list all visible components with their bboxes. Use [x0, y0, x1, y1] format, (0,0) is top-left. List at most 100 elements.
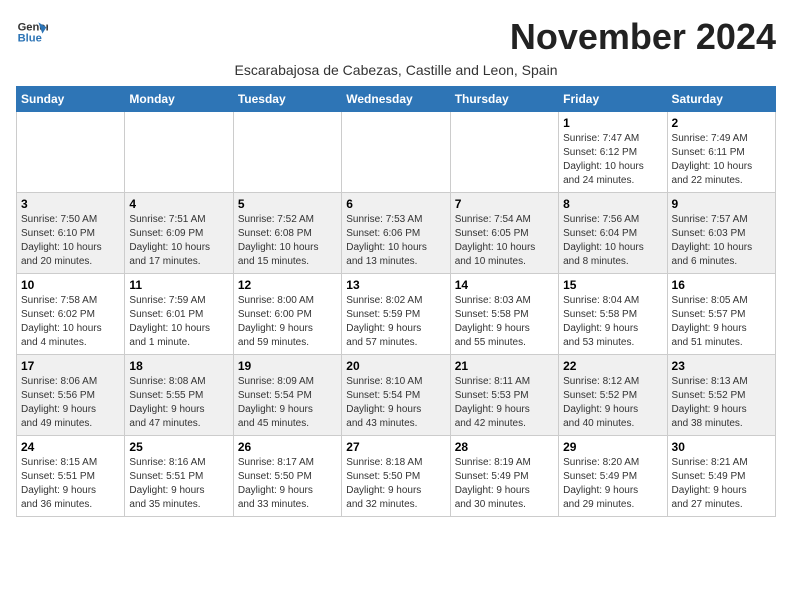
day-info: Sunrise: 8:06 AM Sunset: 5:56 PM Dayligh… — [21, 375, 120, 431]
logo: General Blue — [16, 16, 48, 48]
weekday-header-monday: Monday — [125, 87, 233, 112]
day-info: Sunrise: 7:58 AM Sunset: 6:02 PM Dayligh… — [21, 294, 120, 350]
calendar-week-row: 10Sunrise: 7:58 AM Sunset: 6:02 PM Dayli… — [17, 274, 776, 355]
calendar-cell: 20 Sunrise: 8:10 AM Sunset: 5:54 PM Dayli… — [342, 355, 450, 436]
calendar-cell: 25 Sunrise: 8:16 AM Sunset: 5:51 PM Dayli… — [125, 436, 233, 517]
svg-text:Blue: Blue — [18, 33, 42, 45]
day-info: Sunrise: 8:09 AM Sunset: 5:54 PM Dayligh… — [238, 375, 337, 431]
day-number: 18 — [129, 359, 228, 373]
day-number: 9 — [672, 197, 771, 211]
calendar-cell: 19Sunrise: 8:09 AM Sunset: 5:54 PM Dayli… — [233, 355, 341, 436]
weekday-header-tuesday: Tuesday — [233, 87, 341, 112]
calendar-cell: 5 Sunrise: 7:52 AM Sunset: 6:08 PM Daylig… — [233, 193, 341, 274]
day-info: Sunrise: 8:16 AM Sunset: 5:51 PM Dayligh… — [129, 456, 228, 512]
day-number: 20 — [346, 359, 445, 373]
weekday-header-friday: Friday — [559, 87, 667, 112]
day-info: Sunrise: 7:52 AM Sunset: 6:08 PM Dayligh… — [238, 213, 337, 269]
day-number: 1 — [563, 116, 662, 130]
calendar-cell: 29 Sunrise: 8:20 AM Sunset: 5:49 PM Dayli… — [559, 436, 667, 517]
calendar-cell: 30 Sunrise: 8:21 AM Sunset: 5:49 PM Dayli… — [667, 436, 775, 517]
day-number: 12 — [238, 278, 337, 292]
day-info: Sunrise: 8:18 AM Sunset: 5:50 PM Dayligh… — [346, 456, 445, 512]
calendar-cell: 7 Sunrise: 7:54 AM Sunset: 6:05 PM Daylig… — [450, 193, 558, 274]
day-info: Sunrise: 7:56 AM Sunset: 6:04 PM Dayligh… — [563, 213, 662, 269]
calendar-table: SundayMondayTuesdayWednesdayThursdayFrid… — [16, 86, 776, 517]
calendar-cell: 1 Sunrise: 7:47 AM Sunset: 6:12 PM Daylig… — [559, 112, 667, 193]
day-number: 17 — [21, 359, 120, 373]
day-info: Sunrise: 8:10 AM Sunset: 5:54 PM Dayligh… — [346, 375, 445, 431]
day-number: 13 — [346, 278, 445, 292]
day-number: 6 — [346, 197, 445, 211]
day-number: 16 — [672, 278, 771, 292]
day-info: Sunrise: 8:20 AM Sunset: 5:49 PM Dayligh… — [563, 456, 662, 512]
day-info: Sunrise: 8:00 AM Sunset: 6:00 PM Dayligh… — [238, 294, 337, 350]
day-info: Sunrise: 7:50 AM Sunset: 6:10 PM Dayligh… — [21, 213, 120, 269]
day-info: Sunrise: 7:47 AM Sunset: 6:12 PM Dayligh… — [563, 132, 662, 188]
day-info: Sunrise: 8:21 AM Sunset: 5:49 PM Dayligh… — [672, 456, 771, 512]
calendar-cell: 16 Sunrise: 8:05 AM Sunset: 5:57 PM Dayli… — [667, 274, 775, 355]
day-number: 25 — [129, 440, 228, 454]
logo-icon: General Blue — [16, 16, 48, 48]
calendar-cell: 28Sunrise: 8:19 AM Sunset: 5:49 PM Dayli… — [450, 436, 558, 517]
day-info: Sunrise: 7:59 AM Sunset: 6:01 PM Dayligh… — [129, 294, 228, 350]
day-info: Sunrise: 8:17 AM Sunset: 5:50 PM Dayligh… — [238, 456, 337, 512]
calendar-cell — [233, 112, 341, 193]
weekday-header-saturday: Saturday — [667, 87, 775, 112]
day-number: 29 — [563, 440, 662, 454]
weekday-header-wednesday: Wednesday — [342, 87, 450, 112]
day-number: 5 — [238, 197, 337, 211]
day-number: 27 — [346, 440, 445, 454]
day-info: Sunrise: 8:04 AM Sunset: 5:58 PM Dayligh… — [563, 294, 662, 350]
day-number: 23 — [672, 359, 771, 373]
calendar-cell: 18 Sunrise: 8:08 AM Sunset: 5:55 PM Dayli… — [125, 355, 233, 436]
day-info: Sunrise: 8:02 AM Sunset: 5:59 PM Dayligh… — [346, 294, 445, 350]
day-info: Sunrise: 7:54 AM Sunset: 6:05 PM Dayligh… — [455, 213, 554, 269]
day-number: 7 — [455, 197, 554, 211]
calendar-cell: 13 Sunrise: 8:02 AM Sunset: 5:59 PM Dayli… — [342, 274, 450, 355]
day-info: Sunrise: 7:57 AM Sunset: 6:03 PM Dayligh… — [672, 213, 771, 269]
day-number: 21 — [455, 359, 554, 373]
calendar-cell: 23 Sunrise: 8:13 AM Sunset: 5:52 PM Dayli… — [667, 355, 775, 436]
day-number: 3 — [21, 197, 120, 211]
day-info: Sunrise: 7:49 AM Sunset: 6:11 PM Dayligh… — [672, 132, 771, 188]
day-number: 8 — [563, 197, 662, 211]
calendar-cell: 11Sunrise: 7:59 AM Sunset: 6:01 PM Dayli… — [125, 274, 233, 355]
day-info: Sunrise: 7:53 AM Sunset: 6:06 PM Dayligh… — [346, 213, 445, 269]
day-info: Sunrise: 8:15 AM Sunset: 5:51 PM Dayligh… — [21, 456, 120, 512]
calendar-cell — [450, 112, 558, 193]
day-number: 4 — [129, 197, 228, 211]
day-info: Sunrise: 8:13 AM Sunset: 5:52 PM Dayligh… — [672, 375, 771, 431]
weekday-header-thursday: Thursday — [450, 87, 558, 112]
month-title: November 2024 — [510, 16, 776, 58]
day-info: Sunrise: 8:08 AM Sunset: 5:55 PM Dayligh… — [129, 375, 228, 431]
day-info: Sunrise: 8:03 AM Sunset: 5:58 PM Dayligh… — [455, 294, 554, 350]
calendar-cell: 4Sunrise: 7:51 AM Sunset: 6:09 PM Daylig… — [125, 193, 233, 274]
calendar-cell: 12 Sunrise: 8:00 AM Sunset: 6:00 PM Dayli… — [233, 274, 341, 355]
day-info: Sunrise: 8:05 AM Sunset: 5:57 PM Dayligh… — [672, 294, 771, 350]
day-number: 14 — [455, 278, 554, 292]
calendar-cell: 21 Sunrise: 8:11 AM Sunset: 5:53 PM Dayli… — [450, 355, 558, 436]
calendar-cell: 14 Sunrise: 8:03 AM Sunset: 5:58 PM Dayli… — [450, 274, 558, 355]
calendar-week-row: 24 Sunrise: 8:15 AM Sunset: 5:51 PM Dayli… — [17, 436, 776, 517]
calendar-cell: 26 Sunrise: 8:17 AM Sunset: 5:50 PM Dayli… — [233, 436, 341, 517]
weekday-header-sunday: Sunday — [17, 87, 125, 112]
day-number: 22 — [563, 359, 662, 373]
calendar-week-row: 1 Sunrise: 7:47 AM Sunset: 6:12 PM Daylig… — [17, 112, 776, 193]
day-number: 30 — [672, 440, 771, 454]
day-number: 26 — [238, 440, 337, 454]
calendar-cell — [125, 112, 233, 193]
day-info: Sunrise: 8:11 AM Sunset: 5:53 PM Dayligh… — [455, 375, 554, 431]
calendar-cell: 27 Sunrise: 8:18 AM Sunset: 5:50 PM Dayli… — [342, 436, 450, 517]
day-number: 2 — [672, 116, 771, 130]
calendar-cell: 2 Sunrise: 7:49 AM Sunset: 6:11 PM Daylig… — [667, 112, 775, 193]
calendar-cell: 10Sunrise: 7:58 AM Sunset: 6:02 PM Dayli… — [17, 274, 125, 355]
calendar-cell: 17 Sunrise: 8:06 AM Sunset: 5:56 PM Dayli… — [17, 355, 125, 436]
calendar-cell — [17, 112, 125, 193]
calendar-cell: 3 Sunrise: 7:50 AM Sunset: 6:10 PM Daylig… — [17, 193, 125, 274]
day-number: 28 — [455, 440, 554, 454]
day-number: 24 — [21, 440, 120, 454]
calendar-week-row: 3 Sunrise: 7:50 AM Sunset: 6:10 PM Daylig… — [17, 193, 776, 274]
calendar-cell: 24 Sunrise: 8:15 AM Sunset: 5:51 PM Dayli… — [17, 436, 125, 517]
calendar-cell: 6 Sunrise: 7:53 AM Sunset: 6:06 PM Daylig… — [342, 193, 450, 274]
day-info: Sunrise: 8:12 AM Sunset: 5:52 PM Dayligh… — [563, 375, 662, 431]
